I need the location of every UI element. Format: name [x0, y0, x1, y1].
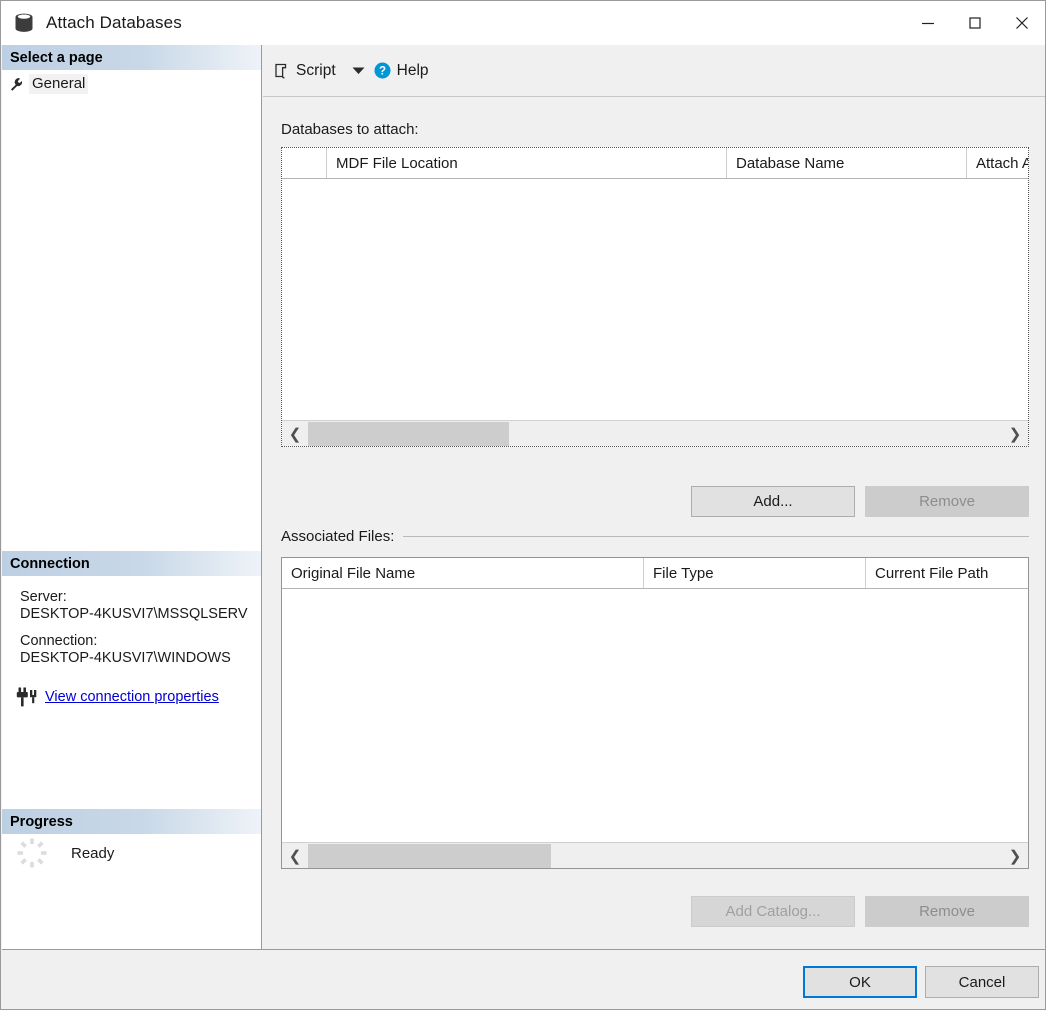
- connection-label: Connection:: [20, 633, 98, 649]
- minimize-button[interactable]: [904, 1, 951, 45]
- column-header-database-name[interactable]: Database Name: [727, 148, 967, 178]
- script-button[interactable]: Script: [274, 62, 336, 80]
- associated-grid-hscrollbar[interactable]: ❮ ❯: [282, 842, 1028, 868]
- page-list: General: [2, 72, 261, 96]
- script-button-label: Script: [296, 61, 336, 79]
- title-bar: Attach Databases: [1, 1, 1045, 45]
- remove-files-button: Remove: [865, 896, 1029, 927]
- attach-databases-dialog: Attach Databases Select a page General C…: [0, 0, 1046, 1010]
- associated-files-label: Associated Files:: [281, 527, 395, 545]
- content-panel: Script ? Help Databases to attach: MDF F…: [263, 45, 1045, 949]
- databases-grid-hscrollbar[interactable]: ❮ ❯: [282, 420, 1028, 446]
- add-catalog-button: Add Catalog...: [691, 896, 855, 927]
- server-label: Server:: [20, 589, 67, 605]
- help-button[interactable]: ? Help: [374, 62, 429, 80]
- databases-to-attach-label: Databases to attach:: [281, 121, 419, 138]
- view-connection-properties-row[interactable]: View connection properties: [2, 687, 261, 707]
- window-title: Attach Databases: [46, 13, 182, 32]
- sidebar-item-general[interactable]: General: [2, 72, 261, 96]
- plug-icon: [16, 687, 37, 707]
- database-icon: [15, 13, 33, 32]
- select-page-header-label: Select a page: [10, 49, 103, 66]
- footer-bar: OK Cancel: [2, 949, 1045, 1009]
- remove-button: Remove: [865, 486, 1029, 517]
- scroll-left-icon[interactable]: ❮: [282, 843, 308, 869]
- select-page-header: Select a page: [2, 45, 261, 70]
- progress-header-label: Progress: [10, 813, 73, 830]
- help-circle-icon: ?: [374, 62, 391, 79]
- column-header-current-file-path[interactable]: Current File Path: [866, 558, 1028, 588]
- column-header-original-file-name[interactable]: Original File Name: [282, 558, 644, 588]
- scroll-left-icon[interactable]: ❮: [282, 421, 308, 447]
- scroll-right-icon[interactable]: ❯: [1002, 421, 1028, 447]
- group-divider: [403, 535, 1029, 537]
- progress-panel: Ready: [2, 836, 261, 870]
- column-header-attach-as[interactable]: Attach A: [967, 148, 1028, 178]
- column-header-selector[interactable]: [282, 148, 327, 178]
- server-value: DESKTOP-4KUSVI7\MSSQLSERV: [20, 606, 248, 622]
- scrollbar-track[interactable]: [308, 421, 1002, 447]
- ok-button[interactable]: OK: [803, 966, 917, 998]
- add-button[interactable]: Add...: [691, 486, 855, 517]
- sidebar-item-general-label: General: [29, 74, 89, 94]
- help-button-label: Help: [396, 61, 429, 79]
- scroll-right-icon[interactable]: ❯: [1002, 843, 1028, 869]
- spinner-icon: [17, 838, 47, 868]
- close-button[interactable]: [998, 1, 1045, 45]
- window-controls: [904, 1, 1045, 45]
- wrench-icon: [10, 77, 23, 91]
- script-dropdown-icon[interactable]: [352, 62, 365, 80]
- maximize-button[interactable]: [951, 1, 998, 45]
- connection-value: DESKTOP-4KUSVI7\WINDOWS: [20, 650, 231, 666]
- associated-files-group: Associated Files:: [281, 526, 1029, 546]
- script-icon: [275, 63, 287, 79]
- sidebar: Select a page General Connection Server:…: [2, 45, 262, 949]
- cancel-button[interactable]: Cancel: [925, 966, 1039, 998]
- connection-panel: Server: DESKTOP-4KUSVI7\MSSQLSERV Connec…: [2, 578, 261, 707]
- column-header-file-type[interactable]: File Type: [644, 558, 866, 588]
- scrollbar-thumb[interactable]: [308, 843, 551, 868]
- databases-to-attach-grid[interactable]: MDF File Location Database Name Attach A…: [281, 147, 1029, 447]
- associated-grid-header: Original File Name File Type Current Fil…: [282, 558, 1028, 589]
- svg-text:?: ?: [379, 66, 386, 78]
- progress-status: Ready: [71, 844, 115, 862]
- associated-files-grid[interactable]: Original File Name File Type Current Fil…: [281, 557, 1029, 869]
- progress-header: Progress: [2, 809, 261, 834]
- toolbar: Script ? Help: [263, 45, 1045, 97]
- column-header-mdf-file-location[interactable]: MDF File Location: [327, 148, 727, 178]
- databases-grid-header: MDF File Location Database Name Attach A: [282, 148, 1028, 179]
- scrollbar-thumb[interactable]: [308, 421, 510, 446]
- connection-header-label: Connection: [10, 555, 90, 572]
- view-connection-properties-link[interactable]: View connection properties: [45, 689, 219, 705]
- scrollbar-track[interactable]: [308, 843, 1002, 869]
- connection-header: Connection: [2, 551, 261, 576]
